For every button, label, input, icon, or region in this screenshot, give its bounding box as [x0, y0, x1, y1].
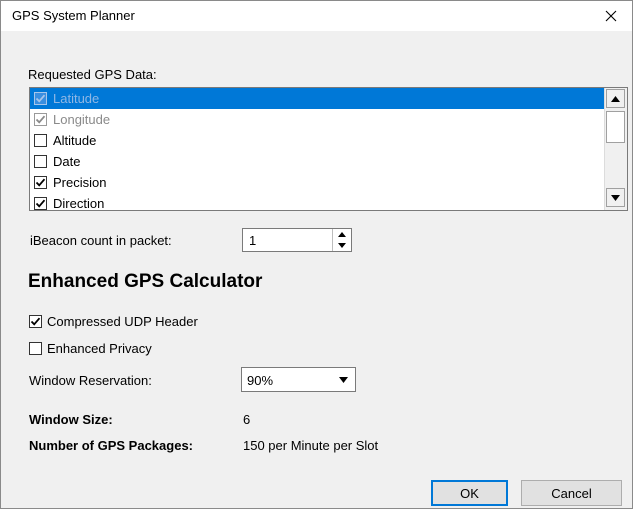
ok-button[interactable]: OK: [431, 480, 508, 506]
chevron-down-icon: [339, 376, 348, 383]
list-items: Latitude Longitude Altitude Date Precision Di…: [30, 88, 604, 210]
spin-up-button[interactable]: [333, 229, 351, 240]
scroll-down-button[interactable]: [606, 188, 625, 207]
enhanced-privacy-label: Enhanced Privacy: [47, 341, 152, 356]
compressed-udp-checkbox[interactable]: [29, 315, 42, 328]
close-icon: [605, 10, 617, 22]
gps-data-item-altitude[interactable]: Altitude: [30, 130, 604, 151]
checkmark-icon: [35, 94, 46, 103]
window-reservation-label: Window Reservation:: [29, 373, 152, 388]
cancel-button[interactable]: Cancel: [521, 480, 622, 506]
close-button[interactable]: [590, 1, 632, 31]
gps-data-item-checkbox[interactable]: [34, 92, 47, 105]
checkmark-icon: [35, 199, 46, 208]
window-title: GPS System Planner: [12, 8, 135, 23]
window-reservation-select[interactable]: 90%: [241, 367, 356, 392]
ibeacon-count-value[interactable]: 1: [249, 233, 256, 248]
gps-system-planner-dialog: GPS System Planner Requested GPS Data: L…: [0, 0, 633, 509]
gps-packages-value: 150 per Minute per Slot: [243, 438, 379, 453]
ibeacon-count-spinner[interactable]: 1: [242, 228, 352, 252]
gps-packages-label: Number of GPS Packages:: [29, 438, 193, 453]
list-scrollbar[interactable]: [604, 88, 627, 210]
requested-gps-data-label: Requested GPS Data:: [28, 67, 157, 82]
spin-down-button[interactable]: [333, 240, 351, 251]
compressed-udp-checkbox-row[interactable]: Compressed UDP Header: [29, 314, 198, 329]
gps-data-item-precision[interactable]: Precision: [30, 172, 604, 193]
ibeacon-count-label: iBeacon count in packet:: [30, 233, 172, 248]
requested-gps-data-list[interactable]: Latitude Longitude Altitude Date Precision Di…: [29, 87, 628, 211]
dropdown-button[interactable]: [335, 371, 352, 388]
checkmark-icon: [35, 178, 46, 187]
gps-data-item-checkbox[interactable]: [34, 134, 47, 147]
gps-data-item-date[interactable]: Date: [30, 151, 604, 172]
arrow-up-icon: [338, 232, 346, 237]
gps-data-item-checkbox[interactable]: [34, 197, 47, 210]
enhanced-privacy-checkbox-row[interactable]: Enhanced Privacy: [29, 341, 152, 356]
compressed-udp-label: Compressed UDP Header: [47, 314, 198, 329]
gps-data-item-label: Altitude: [53, 133, 97, 148]
gps-data-item-label: Longitude: [53, 112, 111, 127]
gps-data-item-checkbox[interactable]: [34, 155, 47, 168]
checkmark-icon: [35, 115, 46, 124]
window-reservation-value: 90%: [247, 373, 274, 388]
scroll-up-button[interactable]: [606, 89, 625, 108]
gps-data-item-label: Latitude: [53, 91, 100, 106]
gps-data-item-label: Precision: [53, 175, 107, 190]
gps-data-item-checkbox[interactable]: [34, 113, 47, 126]
arrow-down-icon: [338, 243, 346, 248]
checkmark-icon: [30, 317, 41, 326]
gps-data-item-label: Direction: [53, 196, 105, 210]
window-size-value: 6: [243, 412, 251, 427]
spin-buttons: [332, 229, 351, 251]
calculator-heading: Enhanced GPS Calculator: [28, 271, 263, 292]
arrow-up-icon: [611, 95, 620, 102]
title-bar: GPS System Planner: [1, 1, 632, 31]
arrow-down-icon: [611, 194, 620, 201]
gps-data-item-checkbox[interactable]: [34, 176, 47, 189]
gps-data-item-direction[interactable]: Direction: [30, 193, 604, 210]
gps-data-item-longitude[interactable]: Longitude: [30, 109, 604, 130]
window-size-label: Window Size:: [29, 412, 113, 427]
gps-data-item-label: Date: [53, 154, 81, 169]
gps-data-item-latitude[interactable]: Latitude: [30, 88, 604, 109]
enhanced-privacy-checkbox[interactable]: [29, 342, 42, 355]
scroll-thumb[interactable]: [606, 111, 625, 143]
